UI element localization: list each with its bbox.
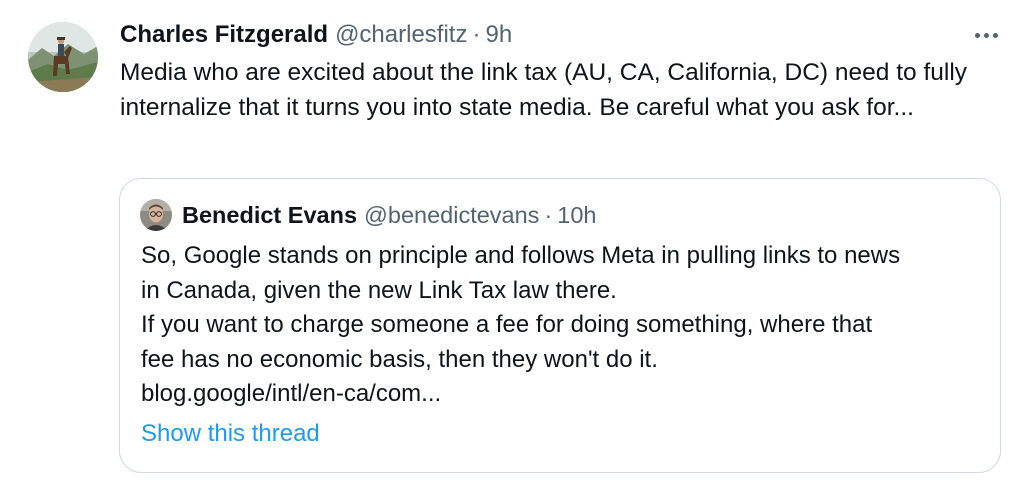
tweet-text: Media who are excited about the link tax… bbox=[120, 59, 968, 121]
quoted-author-avatar[interactable] bbox=[140, 199, 172, 231]
author-handle[interactable]: @charlesfitz bbox=[335, 18, 467, 52]
quoted-text-line: fee has no economic basis, then they won… bbox=[141, 345, 658, 373]
quoted-tweet[interactable]: Benedict Evans @benedictevans · 10h So, … bbox=[119, 178, 1001, 473]
more-dot bbox=[983, 32, 989, 38]
avatar-photo-rider-on-horse bbox=[28, 22, 98, 92]
show-thread-link[interactable]: Show this thread bbox=[141, 417, 320, 451]
author-name[interactable]: Charles Fitzgerald bbox=[120, 18, 328, 52]
avatar-photo-man-glasses bbox=[140, 199, 172, 231]
quoted-tweet-text: So, Google stands on principle and follo… bbox=[141, 239, 991, 412]
more-horizontal-icon[interactable] bbox=[966, 22, 1006, 48]
quoted-author-handle[interactable]: @benedictevans bbox=[364, 198, 539, 232]
quoted-author-name[interactable]: Benedict Evans bbox=[182, 198, 357, 232]
tweet[interactable]: Charles Fitzgerald @charlesfitz · 9h Med… bbox=[0, 0, 1024, 489]
separator-dot: · bbox=[472, 21, 481, 48]
author-avatar[interactable] bbox=[28, 22, 98, 92]
separator-dot: · bbox=[544, 202, 553, 228]
tweet-timestamp[interactable]: 9h bbox=[485, 18, 512, 52]
quoted-tweet-timestamp[interactable]: 10h bbox=[557, 198, 596, 232]
quoted-text-line: If you want to charge someone a fee for … bbox=[141, 311, 873, 338]
quoted-tweet-header: Benedict Evans @benedictevans · 10h bbox=[182, 198, 596, 232]
quoted-text-line: in Canada, given the new Link Tax law th… bbox=[141, 276, 617, 304]
tweet-header: Charles Fitzgerald @charlesfitz · 9h bbox=[120, 18, 512, 52]
quoted-link-text[interactable]: blog.google/intl/en-ca/com... bbox=[141, 377, 991, 412]
more-dot bbox=[974, 32, 980, 38]
quoted-text-line: So, Google stands on principle and follo… bbox=[141, 242, 901, 269]
more-dot bbox=[992, 32, 998, 38]
